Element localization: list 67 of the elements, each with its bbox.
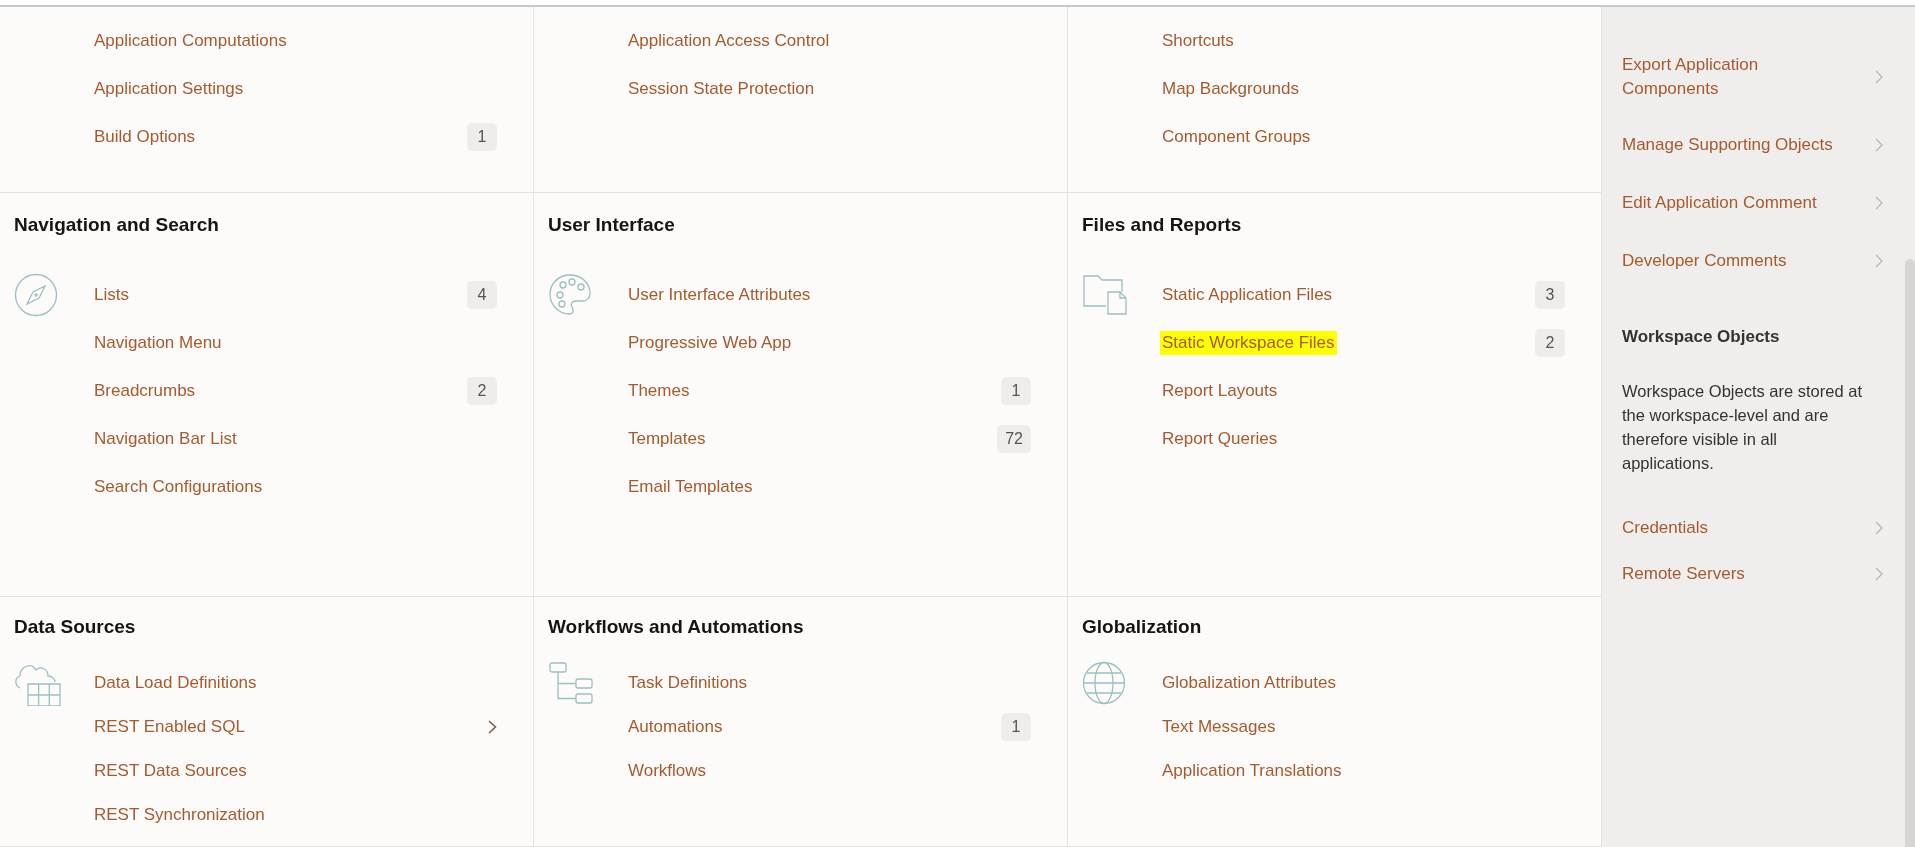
nav-link[interactable]: Application Computations — [92, 29, 289, 53]
folder-file-icon — [1082, 274, 1128, 316]
count-badge: 72 — [997, 425, 1031, 453]
nav-link[interactable]: Search Configurations — [92, 475, 265, 499]
nav-link[interactable]: Text Messages — [1160, 715, 1278, 739]
count-badge: 4 — [467, 281, 497, 309]
chevron-right-icon — [488, 720, 497, 734]
workspace-link[interactable]: Credentials — [1622, 516, 1708, 540]
chevron-right-icon — [1875, 521, 1883, 535]
chevron-right-icon — [1875, 196, 1883, 210]
nav-link[interactable]: REST Data Sources — [92, 759, 249, 783]
nav-link[interactable]: Build Options — [92, 125, 198, 149]
task-link[interactable]: Manage Supporting Objects — [1622, 133, 1837, 157]
nav-link[interactable]: Application Access Control — [626, 29, 832, 53]
palette-icon — [548, 273, 592, 317]
card-title: Globalization — [1082, 615, 1202, 639]
count-badge: 3 — [1535, 281, 1565, 309]
scrollbar-thumb[interactable] — [1905, 259, 1915, 847]
nav-link[interactable]: Report Layouts — [1160, 379, 1280, 403]
section-description: Workspace Objects are stored at the workspace-level and are therefore visible in all applications. — [1622, 381, 1863, 474]
nav-link[interactable]: Progressive Web App — [626, 331, 794, 355]
nav-link[interactable]: Report Queries — [1160, 427, 1280, 451]
section-heading: Workspace Objects — [1622, 326, 1780, 348]
card-title: Workflows and Automations — [548, 615, 804, 639]
chevron-right-icon — [1875, 567, 1883, 581]
nav-link[interactable]: Task Definitions — [626, 671, 750, 695]
nav-link[interactable]: Map Backgrounds — [1160, 77, 1302, 101]
count-badge: 2 — [467, 377, 497, 405]
nav-link[interactable]: Navigation Menu — [92, 331, 224, 355]
nav-link[interactable]: Static Application Files — [1160, 283, 1335, 307]
card-title: Data Sources — [14, 615, 136, 639]
nav-link[interactable]: Session State Protection — [626, 77, 817, 101]
compass-icon — [14, 273, 58, 317]
nav-link[interactable]: Email Templates — [626, 475, 755, 499]
nav-link[interactable]: Globalization Attributes — [1160, 671, 1338, 695]
count-badge: 2 — [1535, 329, 1565, 357]
nav-link[interactable]: Navigation Bar List — [92, 427, 239, 451]
globe-icon — [1082, 661, 1126, 705]
workspace-link[interactable]: Remote Servers — [1622, 562, 1745, 586]
nav-link[interactable]: Automations — [626, 715, 725, 739]
nav-link[interactable]: REST Enabled SQL — [92, 715, 247, 739]
task-link[interactable]: Developer Comments — [1622, 249, 1837, 273]
card-title: Files and Reports — [1082, 213, 1242, 237]
nav-link[interactable]: Templates — [626, 427, 708, 451]
nav-link[interactable]: Application Settings — [92, 77, 246, 101]
nav-link[interactable]: Static Workspace Files — [1160, 331, 1337, 355]
nav-link[interactable]: Workflows — [626, 759, 709, 783]
nav-link[interactable]: Themes — [626, 379, 692, 403]
chevron-right-icon — [1875, 138, 1883, 152]
nav-link[interactable]: Lists — [92, 283, 131, 307]
nav-link[interactable]: REST Synchronization — [92, 803, 267, 827]
card-title: Navigation and Search — [14, 213, 219, 237]
nav-link[interactable]: Shortcuts — [1160, 29, 1236, 53]
chevron-right-icon — [1875, 254, 1883, 268]
nav-link[interactable]: Data Load Definitions — [92, 671, 259, 695]
count-badge: 1 — [1001, 713, 1031, 741]
count-badge: 1 — [467, 123, 497, 151]
card-title: User Interface — [548, 213, 675, 237]
nav-link[interactable]: Application Translations — [1160, 759, 1344, 783]
tree-diagram-icon — [548, 661, 594, 705]
count-badge: 1 — [1001, 377, 1031, 405]
task-link[interactable]: Edit Application Comment — [1622, 191, 1837, 215]
chevron-right-icon — [1875, 70, 1883, 84]
nav-link[interactable]: User Interface Attributes — [626, 283, 813, 307]
nav-link[interactable]: Component Groups — [1160, 125, 1313, 149]
nav-link[interactable]: Breadcrumbs — [92, 379, 198, 403]
task-link[interactable]: Export Application Components — [1622, 53, 1837, 101]
